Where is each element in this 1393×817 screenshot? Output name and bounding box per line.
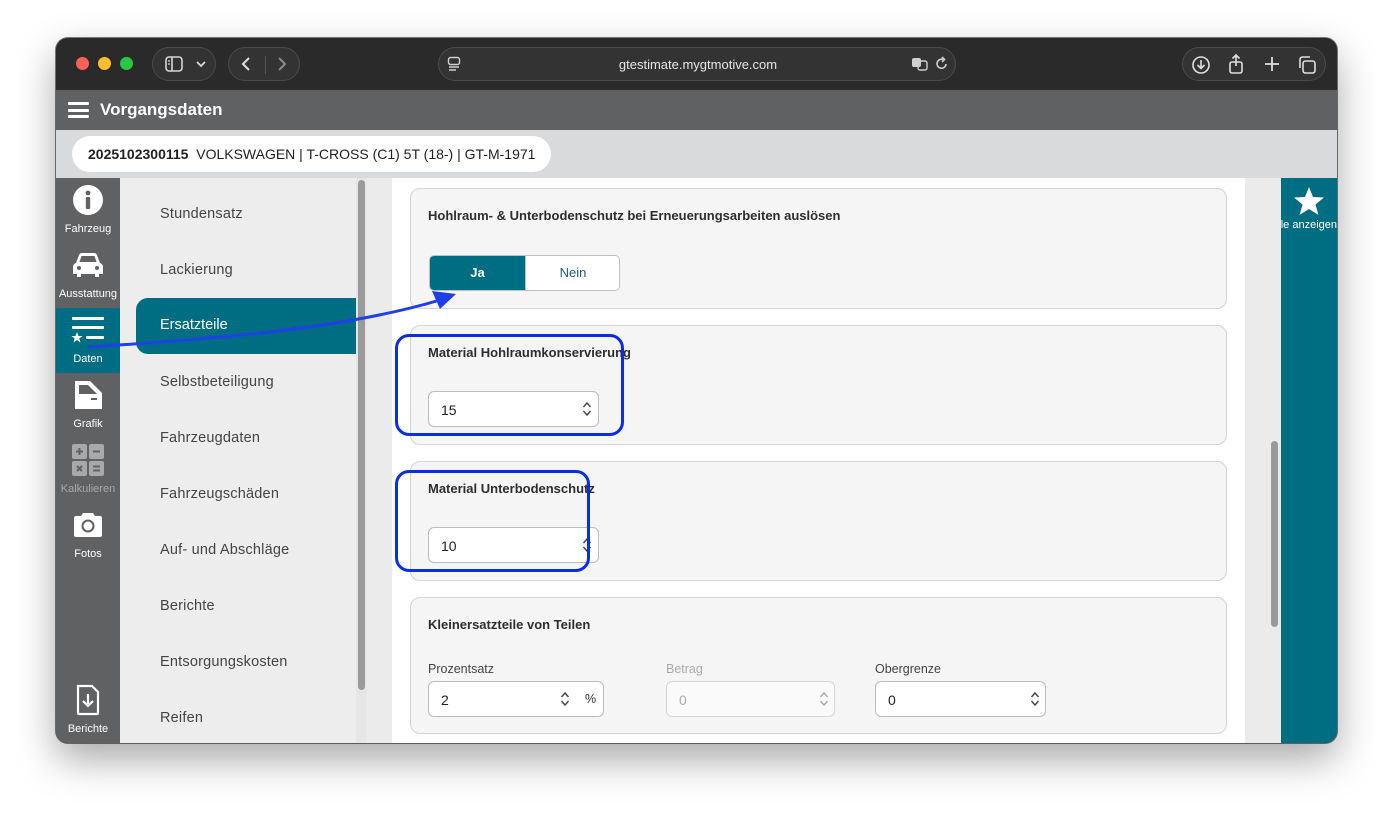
option-nein-button[interactable]: Nein [525, 256, 619, 290]
tabs-icon[interactable] [1297, 55, 1317, 79]
rail-item-ausstattung[interactable]: Ausstattung [56, 243, 120, 308]
close-window-button[interactable] [76, 57, 89, 70]
subnav-item-stundensatz[interactable]: Stundensatz [160, 206, 243, 222]
rail-item-fotos[interactable]: Fotos [56, 503, 120, 568]
rail-item-kalkulieren: Kalkulieren [56, 438, 120, 503]
vehicle-chip: 2025102300115 VOLKSWAGEN | T-CROSS (C1) … [72, 136, 552, 172]
stepper-icon [819, 689, 829, 709]
subnav-item-berichte[interactable]: Berichte [160, 598, 215, 614]
subnav-item-fahrzeugschaeden[interactable]: Fahrzeugschäden [160, 486, 279, 502]
main-scrollbar[interactable] [1269, 178, 1281, 743]
address-bar[interactable]: gtestimate.mygtmotive.com [438, 47, 956, 81]
subnav-item-fahrzeugdaten[interactable]: Fahrzeugdaten [160, 430, 260, 446]
browser-toolbar: gtestimate.mygtmotive.com [56, 38, 1337, 90]
rail-label: Berichte [67, 723, 109, 735]
list-star-icon [56, 314, 120, 346]
door-icon [56, 379, 120, 411]
highlight-underbody-material [395, 470, 590, 572]
translate-icon[interactable] [911, 56, 929, 76]
percent-label: Prozentsatz [428, 662, 495, 676]
browser-window: gtestimate.mygtmotive.com Vorgangsdaten … [56, 38, 1337, 743]
main-content: Hohlraum- & Unterbodenschutz bei Erneuer… [367, 178, 1281, 743]
new-tab-icon[interactable] [1263, 55, 1281, 77]
rail-label: Grafik [73, 418, 103, 430]
rail-label: Fahrzeug [64, 223, 112, 235]
form-area: Hohlraum- & Unterbodenschutz bei Erneuer… [392, 178, 1245, 743]
yes-no-toggle: Ja Nein [429, 255, 620, 291]
history-nav [228, 47, 300, 81]
option-ja-button[interactable]: Ja [430, 256, 525, 290]
url-text: gtestimate.mygtmotive.com [618, 57, 778, 72]
percent-input[interactable]: 2 % [428, 681, 604, 717]
share-icon[interactable] [1227, 53, 1245, 78]
rail-item-berichte[interactable]: Berichte [56, 678, 120, 743]
vehicle-strip: 2025102300115 VOLKSWAGEN | T-CROSS (C1) … [56, 130, 1337, 178]
reload-icon[interactable] [935, 56, 949, 76]
page-title: Vorgangsdaten [100, 100, 223, 119]
rail-item-grafik[interactable]: Grafik [56, 373, 120, 438]
car-icon [56, 249, 120, 281]
sub-navigation: Stundensatz Lackierung Ersatzteile Selbs… [120, 178, 367, 743]
minimize-window-button[interactable] [98, 57, 111, 70]
favorites-panel[interactable]: Alle anzeigen [1281, 178, 1337, 743]
subnav-item-auf-abschlaege[interactable]: Auf- und Abschläge [160, 542, 289, 558]
amount-input: 0 [666, 681, 835, 717]
amount-label: Betrag [666, 662, 703, 676]
calculator-icon [56, 444, 120, 476]
info-icon [56, 184, 120, 216]
vehicle-description: VOLKSWAGEN | T-CROSS (C1) 5T (18-) | GT-… [196, 146, 536, 162]
rail-label: Daten [73, 353, 103, 365]
file-download-icon [56, 684, 120, 716]
small-parts-title: Kleinersatzteile von Teilen [428, 617, 591, 632]
menu-icon[interactable] [68, 102, 89, 118]
camera-icon [56, 509, 120, 541]
chevron-down-icon [195, 57, 207, 75]
input-value: 0 [888, 692, 896, 708]
rail-item-fahrzeug[interactable]: Fahrzeug [56, 178, 120, 243]
rail-label: Ausstattung [58, 288, 118, 300]
forward-icon[interactable] [275, 56, 289, 76]
star-icon [1293, 186, 1325, 221]
limit-input[interactable]: 0 [875, 681, 1046, 717]
app-header: Vorgangsdaten [56, 90, 1337, 130]
download-icon[interactable] [1191, 55, 1211, 79]
sidebar-toggle-button[interactable] [152, 47, 216, 81]
browser-actions [1182, 47, 1326, 81]
zoom-window-button[interactable] [120, 57, 133, 70]
icon-rail: Fahrzeug Ausstattung Daten Grafik Kalkul… [56, 178, 120, 743]
input-value: 2 [441, 692, 449, 708]
small-parts-card: Kleinersatzteile von Teilen Prozentsatz … [410, 597, 1227, 734]
rail-item-daten[interactable]: Daten [56, 308, 120, 373]
main-scroll-thumb[interactable] [1271, 441, 1278, 627]
input-value: 0 [679, 692, 687, 708]
back-icon[interactable] [239, 56, 253, 76]
subnav-item-entsorgungskosten[interactable]: Entsorgungskosten [160, 654, 288, 670]
show-all-label: Alle anzeigen [1281, 219, 1337, 231]
sidebar-icon [165, 56, 183, 76]
cavity-trigger-title: Hohlraum- & Unterbodenschutz bei Erneuer… [428, 208, 841, 223]
rail-label: Fotos [74, 548, 102, 560]
case-number: 2025102300115 [88, 146, 189, 162]
limit-label: Obergrenze [875, 662, 942, 676]
rail-label: Kalkulieren [60, 483, 116, 495]
subnav-item-lackierung[interactable]: Lackierung [160, 262, 233, 278]
subnav-scroll-thumb[interactable] [358, 180, 365, 690]
subnav-item-ersatzteile-label: Ersatzteile [160, 317, 228, 333]
highlight-cavity-material [395, 334, 624, 436]
percent-unit: % [585, 692, 597, 706]
nav-divider [265, 56, 266, 74]
subnav-scrollbar[interactable] [356, 178, 367, 743]
subnav-item-reifen[interactable]: Reifen [160, 710, 203, 726]
stepper-icon[interactable] [1030, 689, 1040, 709]
stepper-icon[interactable] [560, 689, 570, 709]
subnav-item-selbstbeteiligung[interactable]: Selbstbeteiligung [160, 374, 274, 390]
cavity-trigger-card: Hohlraum- & Unterbodenschutz bei Erneuer… [410, 188, 1227, 309]
